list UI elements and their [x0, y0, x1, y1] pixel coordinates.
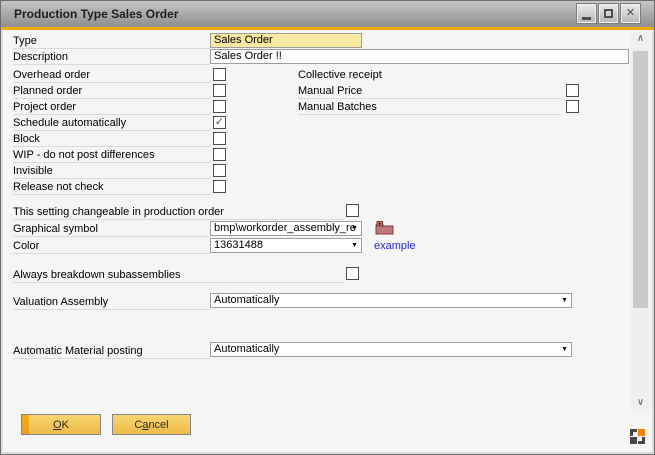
close-button[interactable]: ✕	[621, 4, 640, 23]
chevron-down-icon: ▼	[351, 225, 358, 232]
accent-gold-line	[1, 27, 654, 30]
valuation-assembly-value: Automatically	[214, 294, 279, 306]
minimize-icon	[582, 17, 591, 20]
description-label: Description	[13, 50, 210, 65]
scrollbar-thumb[interactable]	[633, 51, 648, 308]
production-type-dialog: Production Type Sales Order ✕ Type Sales…	[0, 0, 655, 455]
grip-corner-bottom-left	[630, 437, 637, 444]
example-link[interactable]: example	[374, 240, 416, 252]
valuation-assembly-label: Valuation Assembly	[13, 295, 210, 310]
grip-corner-bottom-right	[638, 437, 645, 444]
window-controls: ✕	[577, 4, 640, 23]
cancel-button-label: Cancel	[134, 419, 168, 431]
manual-batches-checkbox[interactable]	[566, 100, 579, 113]
grip-corner-top-left	[630, 429, 637, 436]
planned-order-label: Planned order	[13, 84, 210, 99]
type-input[interactable]: Sales Order	[210, 33, 362, 48]
block-label: Block	[13, 132, 210, 147]
automatic-material-posting-dropdown[interactable]: Automatically ▼	[210, 342, 572, 357]
window-title: Production Type Sales Order	[14, 7, 178, 21]
chevron-down-icon: ▼	[561, 297, 568, 304]
changeable-in-production-order-checkbox[interactable]	[346, 204, 359, 217]
schedule-automatically-label: Schedule automatically	[13, 116, 210, 131]
wip-checkbox[interactable]	[213, 148, 226, 161]
project-order-checkbox[interactable]	[213, 100, 226, 113]
ok-button[interactable]: OK	[21, 414, 101, 435]
manual-price-checkbox[interactable]	[566, 84, 579, 97]
valuation-assembly-dropdown[interactable]: Automatically ▼	[210, 293, 572, 308]
chevron-down-icon: ▼	[561, 346, 568, 353]
always-breakdown-label: Always breakdown subassemblies	[13, 268, 344, 283]
invisible-label: Invisible	[13, 164, 210, 179]
changeable-in-production-order-label: This setting changeable in production or…	[13, 205, 344, 220]
project-order-label: Project order	[13, 100, 210, 115]
manual-batches-label: Manual Batches	[298, 100, 561, 115]
browse-folder-button[interactable]	[375, 221, 394, 235]
maximize-icon	[604, 9, 613, 18]
graphical-symbol-value: bmp\workorder_assembly_re	[214, 222, 356, 234]
resize-grip-icon[interactable]	[630, 429, 645, 444]
always-breakdown-checkbox[interactable]	[346, 267, 359, 280]
ok-button-label: OK	[53, 419, 69, 431]
folder-add-icon	[375, 221, 394, 235]
minimize-button[interactable]	[577, 4, 596, 23]
schedule-automatically-checkbox[interactable]: ✓	[213, 116, 226, 129]
title-bar: Production Type Sales Order ✕	[1, 1, 654, 27]
cancel-button[interactable]: Cancel	[112, 414, 191, 435]
invisible-checkbox[interactable]	[213, 164, 226, 177]
release-not-check-label: Release not check	[13, 180, 210, 195]
color-dropdown[interactable]: 13631488 ▼	[210, 238, 362, 253]
chevron-down-icon: ▼	[351, 242, 358, 249]
scroll-up-arrow-icon[interactable]: ∧	[631, 32, 650, 47]
automatic-material-posting-label: Automatic Material posting	[13, 344, 210, 359]
grip-corner-top-right	[638, 429, 645, 436]
collective-receipt-label: Collective receipt	[298, 68, 382, 83]
planned-order-checkbox[interactable]	[213, 84, 226, 97]
graphical-symbol-dropdown[interactable]: bmp\workorder_assembly_re ▼	[210, 221, 362, 236]
automatic-material-posting-value: Automatically	[214, 343, 279, 355]
block-checkbox[interactable]	[213, 132, 226, 145]
vertical-scrollbar[interactable]: ∧ ∨	[631, 32, 650, 411]
scroll-down-arrow-icon[interactable]: ∨	[631, 396, 650, 411]
color-value: 13631488	[214, 239, 263, 251]
overhead-order-checkbox[interactable]	[213, 68, 226, 81]
release-not-check-checkbox[interactable]	[213, 180, 226, 193]
manual-price-label: Manual Price	[298, 84, 561, 99]
maximize-button[interactable]	[599, 4, 618, 23]
description-input[interactable]: Sales Order !!	[210, 49, 629, 64]
color-label: Color	[13, 239, 210, 254]
type-label: Type	[13, 34, 210, 49]
close-icon: ✕	[626, 8, 635, 19]
overhead-order-label: Overhead order	[13, 68, 210, 83]
wip-label: WIP - do not post differences	[13, 148, 210, 163]
graphical-symbol-label: Graphical symbol	[13, 222, 210, 237]
